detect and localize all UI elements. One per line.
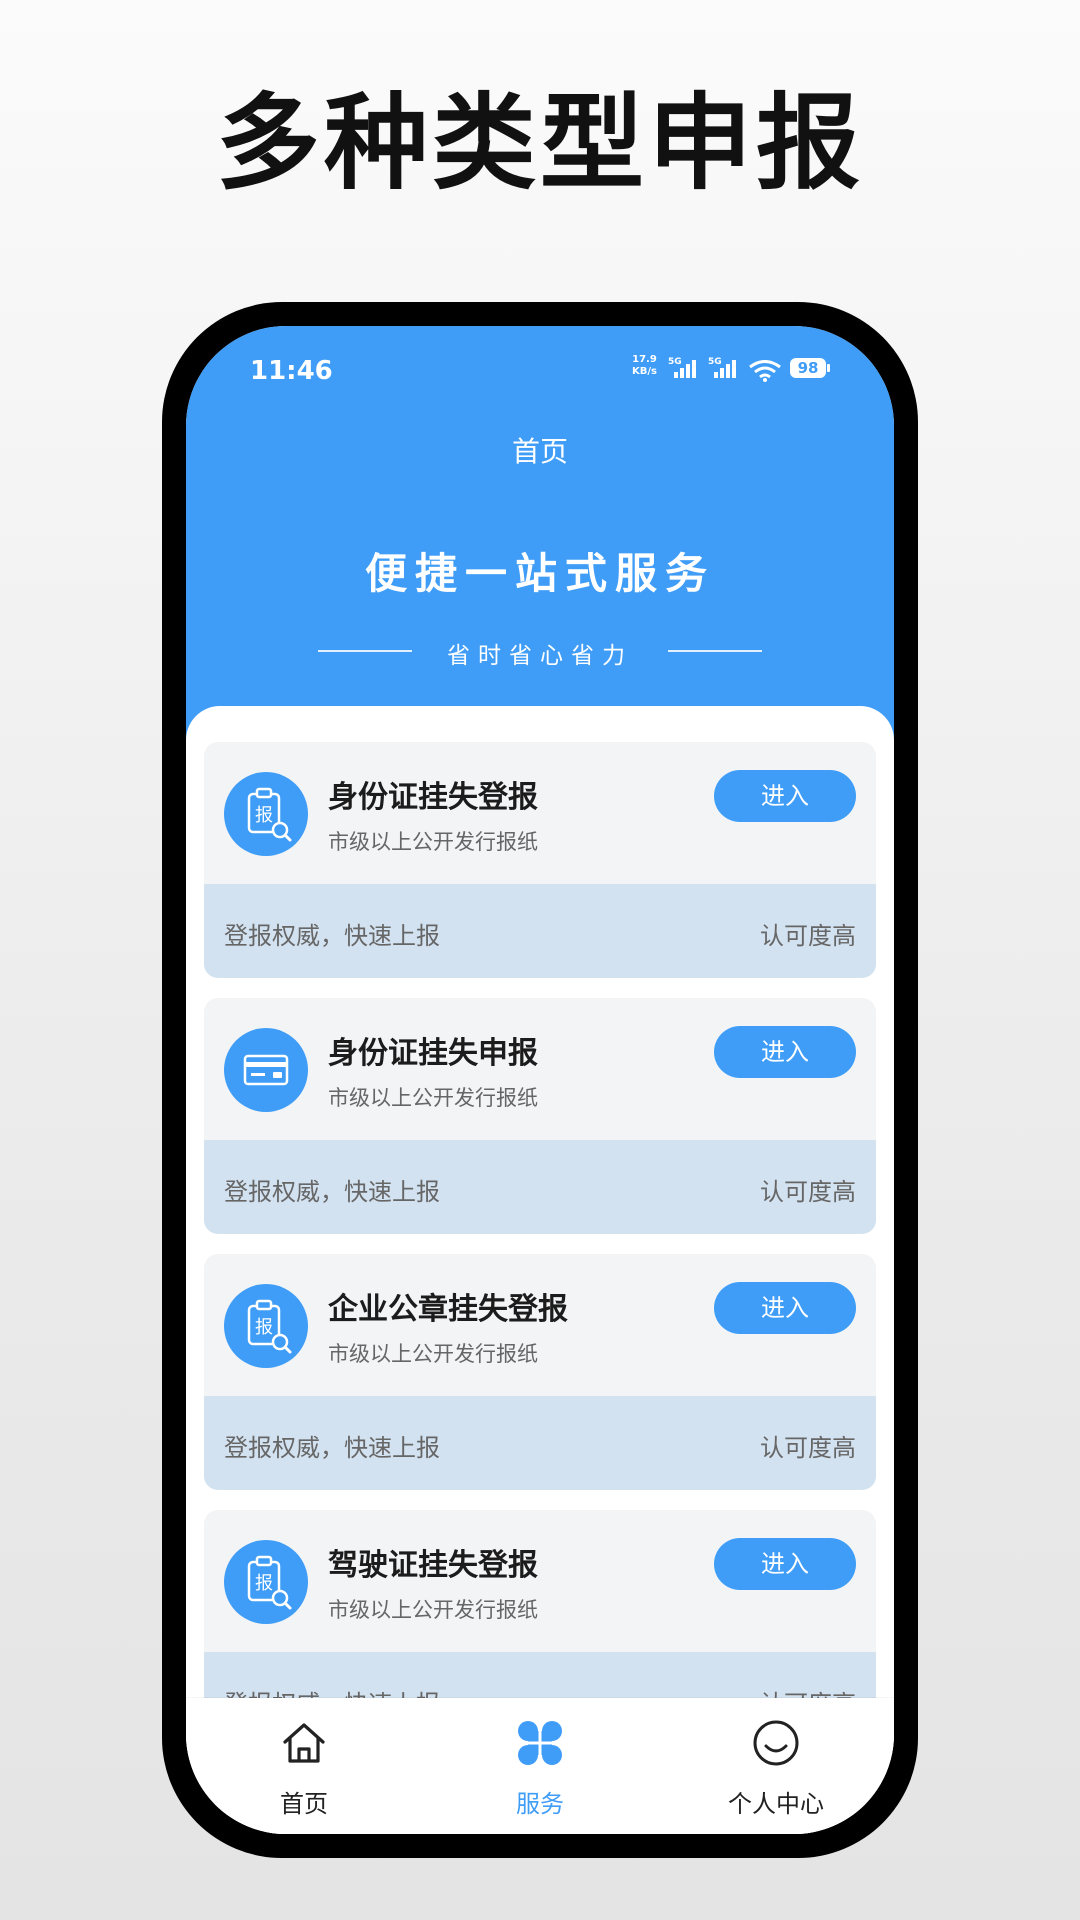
status-time: 11:46 (250, 356, 333, 386)
service-card[interactable]: 报 身份证挂失登报 市级以上公开发行报纸 进入 登报权威，快速上报 认可度高 (204, 742, 876, 978)
sim2-label: 5G (708, 357, 722, 367)
card-title: 企业公章挂失登报 (328, 1292, 568, 1327)
enter-button[interactable]: 进入 (714, 1538, 856, 1590)
tab-profile[interactable]: 个人中心 (658, 1698, 894, 1834)
card-header: 报 身份证挂失登报 市级以上公开发行报纸 进入 (204, 742, 876, 884)
card-title: 驾驶证挂失登报 (328, 1548, 538, 1583)
card-subtitle: 市级以上公开发行报纸 (328, 830, 538, 854)
card-header: 身份证挂失申报 市级以上公开发行报纸 进入 (204, 998, 876, 1140)
grid-clover-icon (518, 1721, 562, 1765)
card-footer-right: 认可度高 (760, 1178, 856, 1206)
id-card-icon (224, 1028, 308, 1112)
enter-button[interactable]: 进入 (714, 770, 856, 822)
battery-icon: 98 (790, 358, 826, 378)
nav-title: 首页 (511, 435, 568, 468)
service-card[interactable]: 身份证挂失申报 市级以上公开发行报纸 进入 登报权威，快速上报 认可度高 (204, 998, 876, 1234)
card-header: 报 企业公章挂失登报 市级以上公开发行报纸 进入 (204, 1254, 876, 1396)
card-title: 身份证挂失申报 (328, 1036, 538, 1071)
tab-service[interactable]: 服务 (422, 1698, 658, 1834)
tab-home[interactable]: 首页 (186, 1698, 422, 1834)
battery-tip (827, 364, 830, 372)
hero-subtitle: 省时省心省力 (447, 643, 633, 669)
card-footer: 登报权威，快速上报 认可度高 (204, 1140, 876, 1234)
card-icon-text: 报 (255, 1317, 273, 1338)
card-footer-left: 登报权威，快速上报 (224, 1178, 440, 1206)
card-subtitle: 市级以上公开发行报纸 (328, 1598, 538, 1622)
signal-icon: 5G (668, 357, 696, 378)
wifi-icon (749, 360, 781, 382)
enter-button[interactable]: 进入 (714, 1282, 856, 1334)
card-footer: 登报权威，快速上报 认可度高 (204, 1396, 876, 1490)
divider-right (668, 650, 762, 652)
card-footer-left: 登报权威，快速上报 (224, 922, 440, 950)
sim1-label: 5G (668, 357, 682, 367)
service-card[interactable]: 报 企业公章挂失登报 市级以上公开发行报纸 进入 登报权威，快速上报 认可度高 (204, 1254, 876, 1490)
enter-button[interactable]: 进入 (714, 1026, 856, 1078)
hero-title: 便捷一站式服务 (364, 549, 715, 598)
card-footer-left: 登报权威，快速上报 (224, 1434, 440, 1462)
card-footer: 登报权威，快速上报 认可度高 (204, 884, 876, 978)
signal-icon-2: 5G (708, 357, 736, 378)
service-list: 报 身份证挂失登报 市级以上公开发行报纸 进入 登报权威，快速上报 认可度高 身… (186, 706, 894, 1834)
card-footer-right: 认可度高 (760, 922, 856, 950)
card-header: 报 驾驶证挂失登报 市级以上公开发行报纸 进入 (204, 1510, 876, 1652)
headline: 多种类型申报 (215, 82, 864, 204)
tab-service-label: 服务 (516, 1790, 564, 1818)
tab-home-label: 首页 (280, 1790, 328, 1818)
clipboard-report-icon: 报 (224, 772, 308, 856)
status-bar: 11:46 17.9 KB/s 5G 5G 98 (186, 326, 894, 406)
hero-banner: 11:46 17.9 KB/s 5G 5G 98 首页 便捷一站式服务 省时省心… (186, 326, 894, 746)
tab-bar: 首页 服务 个人中心 (186, 1698, 894, 1834)
net-speed-unit: KB/s (632, 366, 657, 377)
smile-face-icon (753, 1720, 799, 1766)
card-subtitle: 市级以上公开发行报纸 (328, 1086, 538, 1110)
tab-profile-label: 个人中心 (728, 1790, 824, 1818)
net-speed: 17.9 KB/s (632, 354, 657, 378)
phone-frame: 11:46 17.9 KB/s 5G 5G 98 首页 便捷一站式服务 省时省心… (162, 302, 918, 1858)
net-speed-value: 17.9 (632, 354, 657, 365)
card-icon-text: 报 (255, 1573, 273, 1594)
card-icon-text: 报 (255, 805, 273, 826)
clipboard-report-icon: 报 (224, 1540, 308, 1624)
home-icon (283, 1723, 325, 1763)
card-title: 身份证挂失登报 (328, 780, 538, 815)
phone-screen: 11:46 17.9 KB/s 5G 5G 98 首页 便捷一站式服务 省时省心… (186, 326, 894, 1834)
card-subtitle: 市级以上公开发行报纸 (328, 1342, 538, 1366)
card-footer-right: 认可度高 (760, 1434, 856, 1462)
clipboard-report-icon: 报 (224, 1284, 308, 1368)
